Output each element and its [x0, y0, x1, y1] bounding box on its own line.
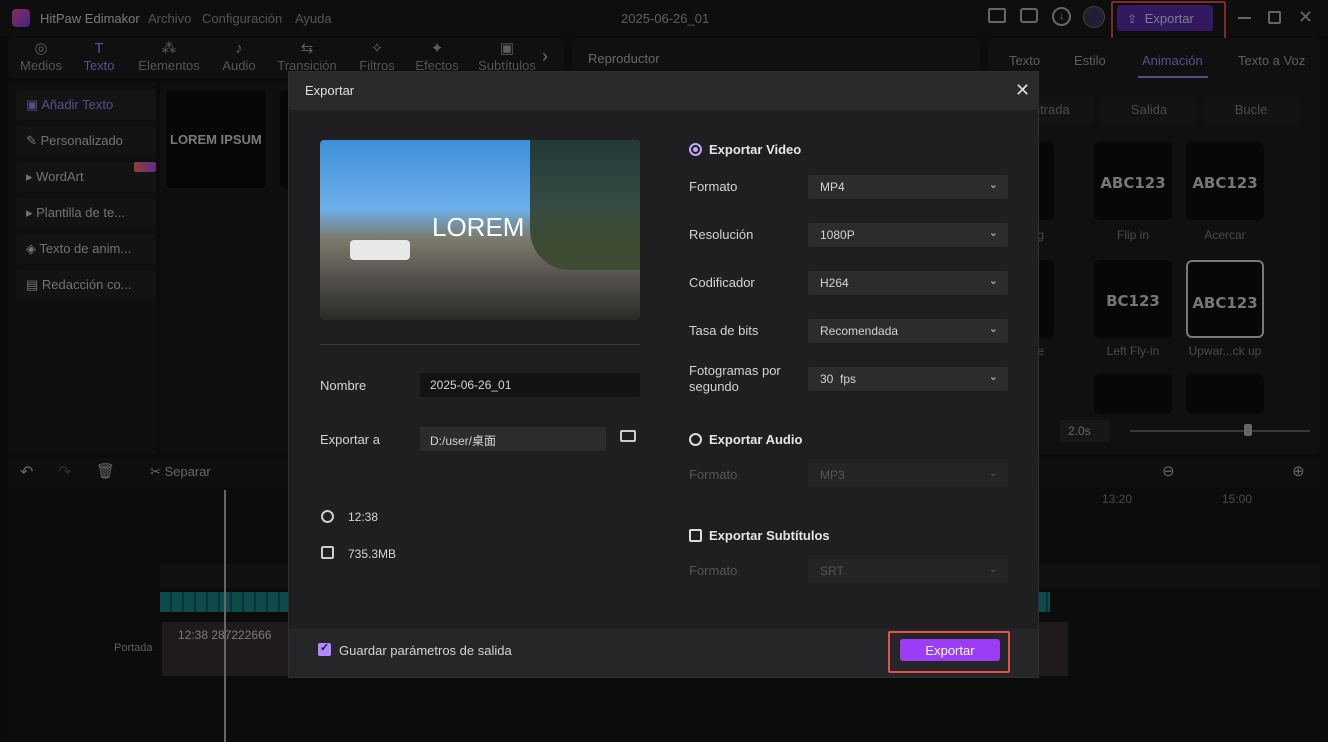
video-preview: LOREM: [320, 140, 640, 320]
preview-car: [350, 240, 410, 260]
export-audio-title: Exportar Audio: [709, 432, 803, 447]
chevron-down-icon: ⌄: [988, 275, 998, 287]
chevron-down-icon: ⌄: [988, 179, 998, 191]
dialog-footer: ✓ Guardar parámetros de salida Exportar: [289, 629, 1038, 677]
format-label: Formato: [689, 179, 738, 194]
dialog-export-button[interactable]: Exportar: [900, 639, 1000, 661]
preview-text: LOREM: [432, 212, 525, 242]
resolution-dropdown[interactable]: 1080P ⌄: [808, 223, 1008, 247]
save-params-label: Guardar parámetros de salida: [339, 643, 512, 658]
subtitle-format-dropdown: SRT ⌄: [808, 559, 1008, 583]
resolution-label: Resolución: [689, 227, 754, 242]
export-subtitles-title: Exportar Subtítulos: [709, 528, 830, 543]
format-dropdown[interactable]: MP4 ⌄: [808, 175, 1008, 199]
close-icon[interactable]: ✕: [1015, 80, 1030, 101]
bitrate-dropdown[interactable]: Recomendada ⌄: [808, 319, 1008, 343]
export-video-radio[interactable]: [689, 143, 702, 156]
audio-format-label: Formato: [689, 467, 738, 482]
file-size-value: 735.3MB: [348, 547, 397, 561]
audio-format-dropdown: MP3 ⌄: [808, 463, 1008, 487]
export-video-title: Exportar Video: [709, 142, 802, 157]
name-label: Nombre: [320, 378, 367, 393]
dialog-header: Exportar ✕: [289, 72, 1038, 110]
export-to-label: Exportar a: [320, 432, 380, 447]
encoder-dropdown[interactable]: H264 ⌄: [808, 271, 1008, 295]
subtitle-format-label: Formato: [689, 563, 738, 578]
duration-value: 12:38: [348, 510, 379, 524]
export-path-input[interactable]: D:/user/桌面: [420, 427, 606, 451]
preview-trees: [530, 140, 640, 270]
chevron-down-icon: ⌄: [988, 467, 998, 479]
chevron-down-icon: ⌄: [988, 227, 998, 239]
check-icon: ✓: [320, 642, 330, 654]
bitrate-label: Tasa de bits: [689, 323, 759, 338]
clock-icon: [321, 510, 334, 523]
dialog-title: Exportar: [305, 83, 355, 98]
file-size-icon: [321, 546, 334, 559]
export-audio-radio[interactable]: [689, 433, 702, 446]
chevron-down-icon: ⌄: [988, 371, 998, 383]
name-input[interactable]: 2025-06-26_01: [420, 373, 640, 397]
fps-label: Fotogramas por segundo: [689, 363, 781, 394]
export-subtitles-checkbox[interactable]: [689, 529, 702, 542]
folder-icon[interactable]: [620, 430, 636, 442]
divider: [320, 344, 640, 345]
chevron-down-icon: ⌄: [988, 323, 998, 335]
encoder-label: Codificador: [689, 275, 755, 290]
fps-dropdown[interactable]: 30 fps ⌄: [808, 367, 1008, 391]
export-dialog: Exportar ✕ LOREM Nombre 2025-06-26_01 Ex…: [288, 71, 1039, 678]
chevron-down-icon: ⌄: [988, 563, 998, 575]
